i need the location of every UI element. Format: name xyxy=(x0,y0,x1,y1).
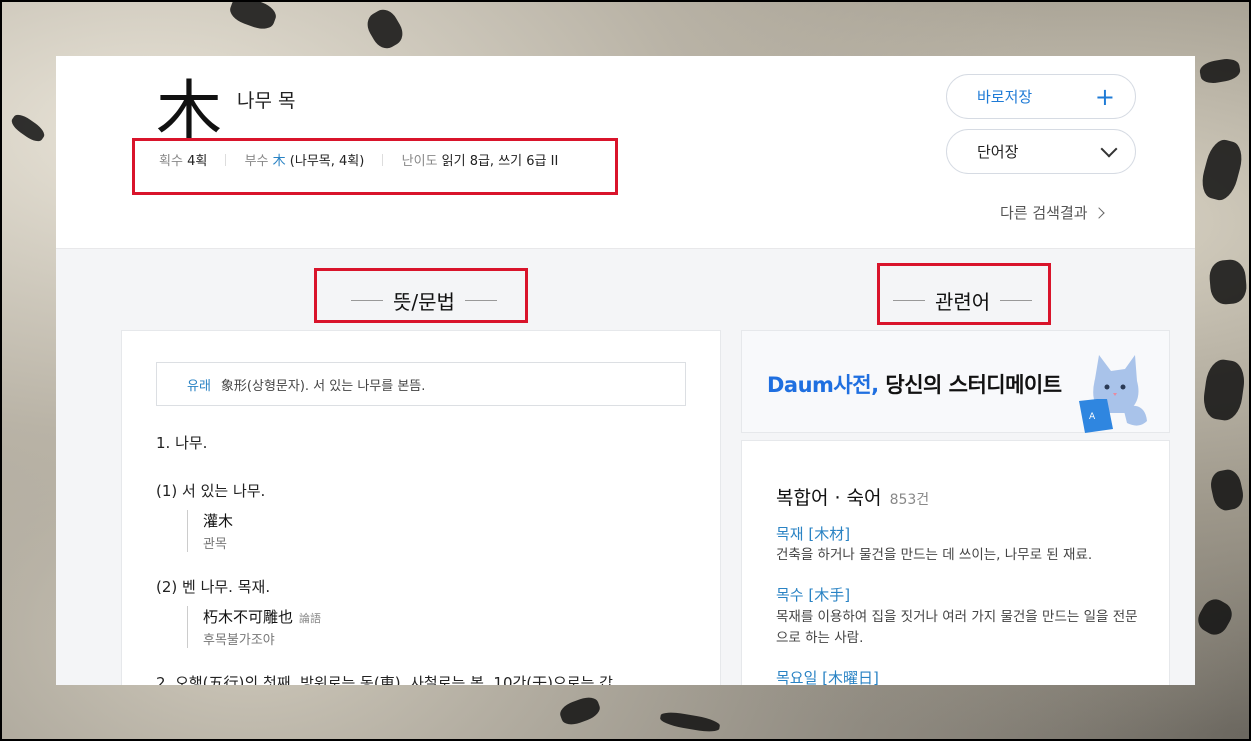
vocab-dropdown[interactable]: 단어장 xyxy=(946,129,1136,174)
promo-text: Daum사전, 당신의 스터디메이트 xyxy=(767,369,1062,399)
origin-label: 유래 xyxy=(187,378,211,394)
other-results-label: 다른 검색결과 xyxy=(1000,204,1088,222)
sub-definition-1: (1) 서 있는 나무. xyxy=(156,482,266,500)
compound-words-count: 853건 xyxy=(889,492,930,508)
chevron-right-icon xyxy=(1092,207,1105,219)
sub-definition-2: (2) 벤 나무. 목재. xyxy=(156,578,271,596)
example-1-reading: 관목 xyxy=(203,537,227,552)
chevron-down-icon xyxy=(1100,140,1118,157)
dictionary-card: 木 나무 목 획수 4획 부수 木 (나무목, 4획) 난이도 읽기 8급, 쓰… xyxy=(56,56,1195,685)
compound-words-label: 복합어 · 숙어 xyxy=(776,487,882,509)
example-2-hanja: 朽木不可雕也 xyxy=(203,608,294,626)
plus-icon: + xyxy=(1094,82,1115,111)
promo-brand: Daum사전, xyxy=(767,373,879,397)
example-2: 朽木不可雕也 論語 후목불가조야 xyxy=(187,606,321,648)
quick-save-button[interactable]: 바로저장 + xyxy=(946,74,1136,119)
entry-meaning: 나무 목 xyxy=(237,90,296,112)
definition-1: 1. 나무. xyxy=(156,434,208,452)
related-desc-2: 목재를 이용하여 집을 짓거나 여러 가지 물건을 만드는 일을 전문으로 하는… xyxy=(776,609,1138,646)
example-1: 灌木 관목 xyxy=(187,510,233,552)
cat-mascot-icon: A xyxy=(1079,355,1147,433)
example-1-hanja: 灌木 xyxy=(203,512,234,530)
origin-text: 象形(상형문자). 서 있는 나무를 본뜸. xyxy=(220,378,426,394)
related-term-3[interactable]: 목요일 [木曜日] xyxy=(776,667,879,685)
quick-save-label: 바로저장 xyxy=(977,88,1033,106)
example-2-source: 論語 xyxy=(299,612,322,625)
related-panel: 복합어 · 숙어 853건 목재 [木材] 건축을 하거나 물건을 만드는 데 … xyxy=(741,440,1170,685)
vocab-label: 단어장 xyxy=(977,143,1019,161)
origin-box: 유래 象形(상형문자). 서 있는 나무를 본뜸. xyxy=(156,362,686,406)
highlight-box-meaning xyxy=(314,268,528,323)
definition-2: 2. 오행(五行)의 첫째. 방위로는 동(東), 사철로는 봄, 10간(干)… xyxy=(156,674,613,685)
other-results-link[interactable]: 다른 검색결과 xyxy=(1000,202,1105,223)
related-term-2[interactable]: 목수 [木手] xyxy=(776,584,850,605)
promo-banner[interactable]: Daum사전, 당신의 스터디메이트 A xyxy=(741,330,1170,433)
highlight-box-info xyxy=(132,138,618,195)
related-desc-1: 건축을 하거나 물건을 만드는 데 쓰이는, 나무로 된 재료. xyxy=(776,547,1093,563)
svg-text:A: A xyxy=(1089,412,1096,422)
promo-tagline: 당신의 스터디메이트 xyxy=(878,373,1062,397)
related-term-1[interactable]: 목재 [木材] xyxy=(776,523,850,544)
example-2-reading: 후목불가조야 xyxy=(203,633,275,648)
compound-words-title: 복합어 · 숙어 853건 xyxy=(776,483,929,510)
highlight-box-related xyxy=(877,263,1051,325)
